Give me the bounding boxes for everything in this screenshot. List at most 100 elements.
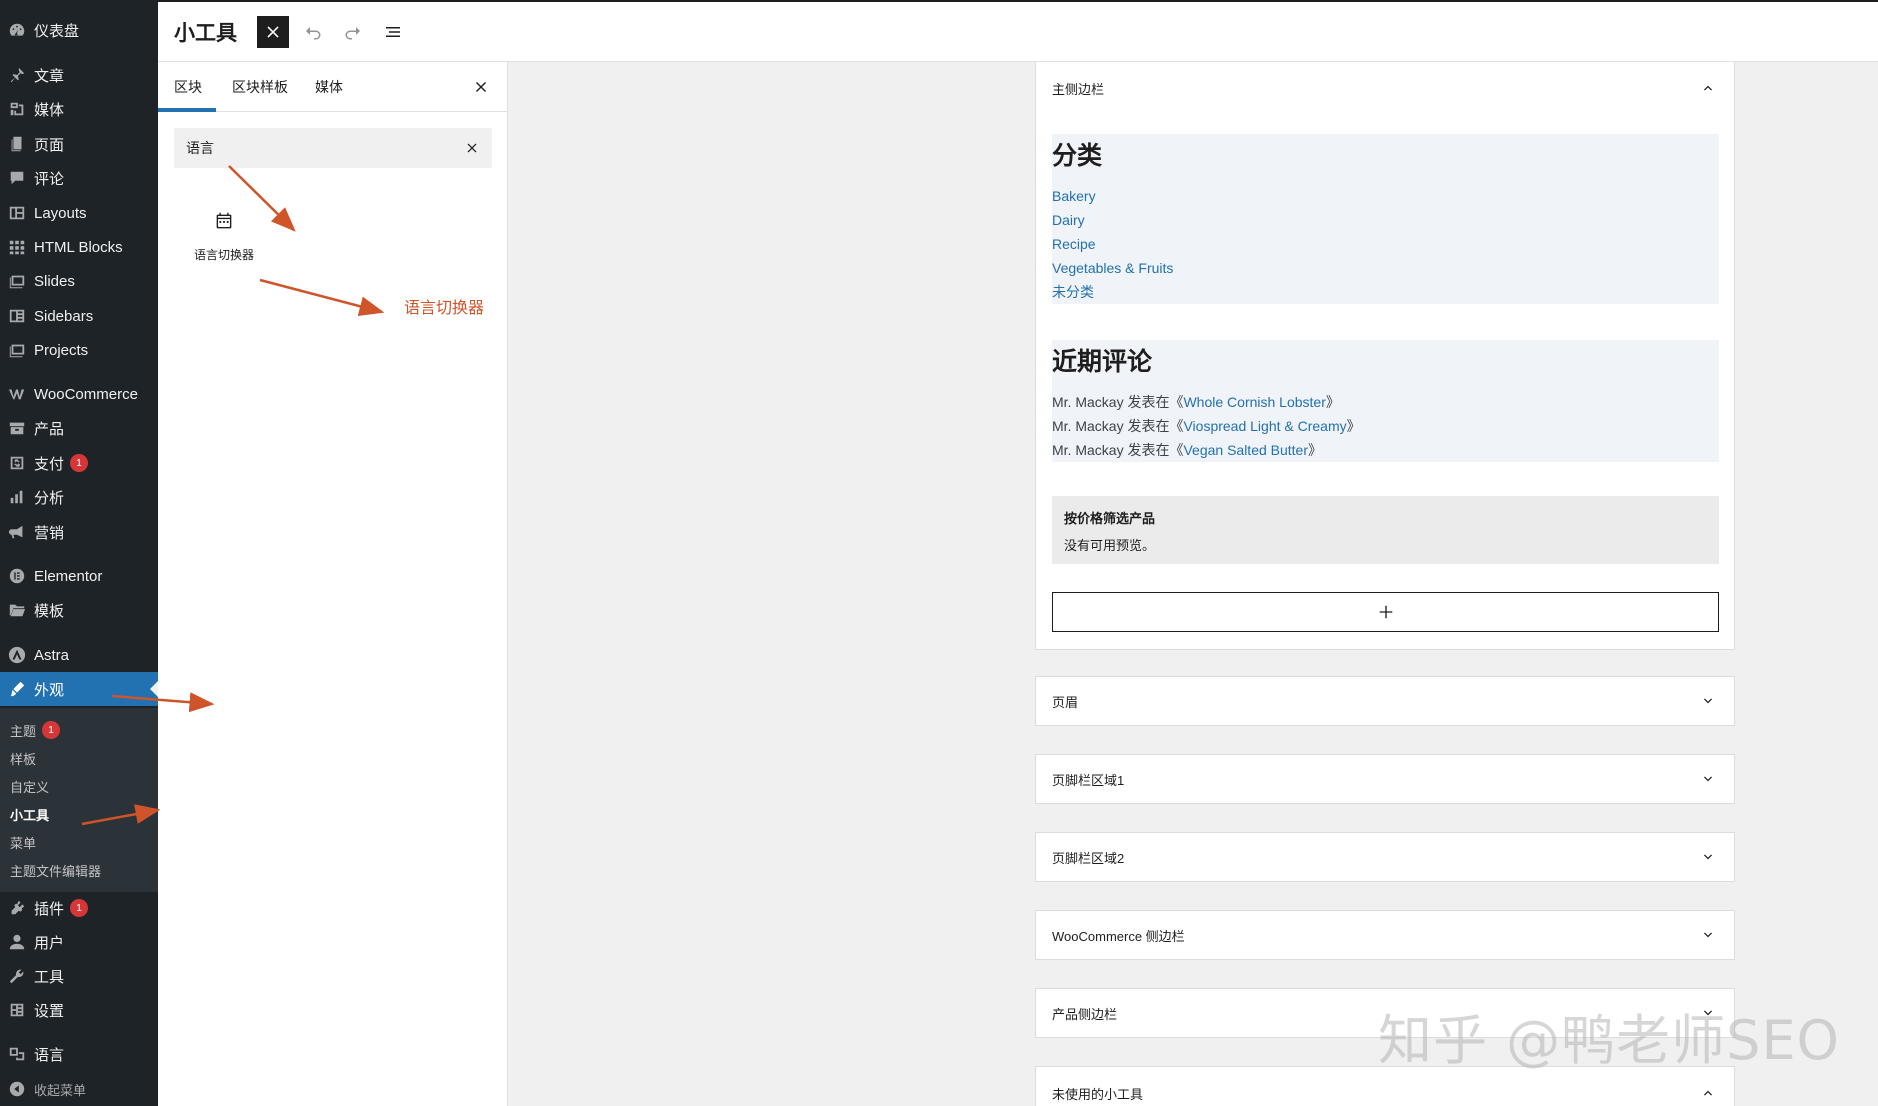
comment-entry: Mr. Mackay 发表在《Viospread Light & Creamy》 [1052,414,1719,438]
category-link[interactable]: Vegetables & Fruits [1052,256,1719,280]
widget-area-header-area[interactable]: 页眉 [1035,676,1735,726]
widget-area-main-sidebar: 主侧边栏 分类 Bakery Dairy Recipe Vegetables &… [1035,62,1735,650]
chevron-down-icon [1700,771,1716,787]
plugin-icon [8,899,26,917]
recent-comments-widget[interactable]: 近期评论 Mr. Mackay 发表在《Whole Cornish Lobste… [1052,340,1719,462]
no-preview-note: 没有可用预览。 [1064,538,1156,553]
menu-label: Layouts [34,204,87,222]
annotation-label: 语言切换器 [404,300,485,317]
comment-close: 》 [1346,418,1361,434]
add-block-button[interactable] [1052,592,1719,632]
widget-area-title: 页脚栏区域2 [1052,850,1125,866]
tab-patterns[interactable]: 区块样板 [232,62,288,112]
categories-widget[interactable]: 分类 Bakery Dairy Recipe Vegetables & Frui… [1052,134,1719,304]
submenu-item-themes[interactable]: 主题 1 [10,718,61,742]
menu-item-woocommerce[interactable]: WooCommerce [0,377,158,411]
menu-label: 模板 [34,602,65,620]
menu-item-projects[interactable]: Projects [0,333,158,367]
collapse-menu-button[interactable]: 收起菜单 [0,1072,158,1106]
menu-item-plugins[interactable]: 插件 1 [0,891,158,925]
list-view-button[interactable] [377,16,409,48]
widget-heading: 近期评论 [1052,348,1153,376]
widget-area-woocommerce-sidebar[interactable]: WooCommerce 侧边栏 [1035,910,1735,960]
menu-item-pages[interactable]: 页面 [0,127,158,161]
close-inserter-button[interactable] [257,15,289,48]
menu-item-appearance[interactable]: 外观 [0,672,158,706]
menu-item-payments[interactable]: 支付 1 [0,446,158,480]
redo-button[interactable] [337,16,369,48]
menu-label: 工具 [34,968,65,986]
category-link[interactable]: Dairy [1052,208,1719,232]
calendar-icon [216,212,232,229]
block-search-input[interactable] [186,140,446,156]
category-link[interactable]: 未分类 [1052,280,1719,304]
menu-label: 外观 [34,681,65,699]
close-panel-button[interactable] [471,77,491,97]
language-switcher-block-item[interactable]: 语言切换器 [174,210,274,290]
submenu-item-theme-file-editor[interactable]: 主题文件编辑器 [10,858,101,882]
megaphone-icon [8,523,26,541]
category-link[interactable]: Recipe [1052,232,1719,256]
clear-search-button[interactable] [462,138,482,158]
widget-area-header[interactable]: 主侧边栏 [1036,62,1734,114]
comment-close: 》 [1325,394,1340,410]
menu-item-slides[interactable]: Slides [0,264,158,298]
submenu-item-menus[interactable]: 菜单 [10,830,36,854]
menu-item-languages[interactable]: 语言 [0,1037,158,1071]
widget-area-title: 产品侧边栏 [1052,1006,1118,1022]
menu-label: 媒体 [34,101,65,119]
widget-area-footer-2[interactable]: 页脚栏区域2 [1035,832,1735,882]
submenu-item-patterns[interactable]: 样板 [10,746,36,770]
page-icon [8,135,26,153]
price-filter-widget[interactable]: 按价格筛选产品 没有可用预览。 [1052,496,1719,564]
comment-post-link[interactable]: Vegan Salted Butter [1183,442,1308,458]
close-icon [467,143,477,153]
menu-item-layouts[interactable]: Layouts [0,196,158,230]
block-item-label: 语言切换器 [193,248,254,262]
menu-item-products[interactable]: 产品 [0,411,158,445]
menu-label: Elementor [34,567,103,585]
menu-label: HTML Blocks [34,238,123,256]
menu-label: 设置 [34,1002,65,1020]
menu-label: Projects [34,341,89,359]
menu-label: 文章 [34,67,65,85]
menu-item-posts[interactable]: 文章 [0,58,158,92]
menu-item-users[interactable]: 用户 [0,925,158,959]
tab-media[interactable]: 媒体 [315,62,343,112]
widget-area-footer-1[interactable]: 页脚栏区域1 [1035,754,1735,804]
comment-author: Mr. Mackay [1052,418,1124,434]
collapse-icon [8,1080,26,1098]
menu-item-media[interactable]: 媒体 [0,92,158,126]
submenu-item-widgets[interactable]: 小工具 [10,802,49,826]
widget-area-header[interactable]: 页脚栏区域2 [1036,833,1734,881]
comment-post-link[interactable]: Whole Cornish Lobster [1183,394,1325,410]
widget-area-header[interactable]: 页脚栏区域1 [1036,755,1734,803]
comment-post-link[interactable]: Viospread Light & Creamy [1183,418,1346,434]
menu-item-marketing[interactable]: 营销 [0,515,158,549]
widget-area-header[interactable]: WooCommerce 侧边栏 [1036,911,1734,959]
menu-item-elementor[interactable]: Elementor [0,559,158,593]
menu-item-html-blocks[interactable]: HTML Blocks [0,230,158,264]
watermark: 知乎 @鸭老师SEO [1378,1009,1841,1072]
tab-blocks[interactable]: 区块 [174,62,202,112]
comment-verb: 发表在《 [1127,394,1184,410]
widget-area-header[interactable]: 页眉 [1036,677,1734,725]
list-view-icon [386,26,400,37]
category-link[interactable]: Bakery [1052,184,1719,208]
chevron-down-icon [1700,849,1716,865]
menu-item-analytics[interactable]: 分析 [0,480,158,514]
menu-item-comments[interactable]: 评论 [0,161,158,195]
menu-item-sidebars[interactable]: Sidebars [0,299,158,333]
menu-item-tools[interactable]: 工具 [0,959,158,993]
projects-icon [8,341,26,359]
widget-area-title: 页眉 [1052,694,1079,710]
submenu-item-customize[interactable]: 自定义 [10,774,49,798]
submenu-label: 样板 [10,751,37,767]
menu-item-settings[interactable]: 设置 [0,993,158,1027]
menu-item-templates[interactable]: 模板 [0,593,158,627]
submenu-label: 主题 [10,723,37,739]
undo-button[interactable] [297,16,329,48]
menu-item-astra[interactable]: Astra [0,638,158,672]
close-icon [475,81,487,93]
menu-item-dashboard[interactable]: 仪表盘 [0,13,158,47]
